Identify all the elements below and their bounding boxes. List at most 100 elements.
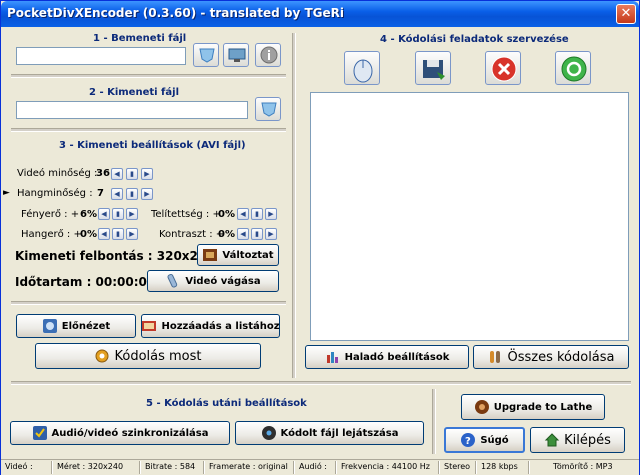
status-size: Méret : 320x240: [57, 462, 124, 471]
status-bitrate: Bitrate : 584: [145, 462, 196, 471]
app-window: PocketDivXEncoder (0.3.60) - translated …: [0, 0, 640, 475]
add-to-list-button[interactable]: Hozzáadás a listához: [141, 314, 280, 338]
encode-all-button[interactable]: Összes kódolása: [473, 345, 629, 369]
info-icon: [260, 46, 278, 64]
browse-output-button[interactable]: [255, 97, 281, 121]
status-bar: Videó : Méret : 320x240 Bitrate : 584 Fr…: [1, 459, 639, 475]
saturation-value: 0%: [218, 209, 235, 220]
brightness-increase[interactable]: ▶: [126, 208, 138, 220]
saturation-decrease[interactable]: ◀: [237, 208, 249, 220]
volume-increase[interactable]: ▶: [126, 228, 138, 240]
output-file-field[interactable]: [16, 101, 248, 119]
contrast-reset[interactable]: ▮: [251, 228, 263, 240]
monitor-icon: [228, 48, 246, 62]
encode-now-button[interactable]: Kódolás most: [35, 343, 261, 369]
exit-button[interactable]: Kilépés: [530, 427, 625, 453]
brightness-decrease[interactable]: ◀: [98, 208, 110, 220]
saturation-reset[interactable]: ▮: [251, 208, 263, 220]
settings-section-title: 3 - Kimeneti beállítások (AVI fájl): [59, 140, 246, 151]
status-video: Videó :: [5, 462, 33, 471]
duration-label: Időtartam : 00:00:00: [15, 275, 156, 289]
video-quality-increase[interactable]: ▶: [141, 168, 153, 180]
audio-quality-label: Hangminőség :: [17, 188, 93, 199]
saturation-increase[interactable]: ▶: [265, 208, 277, 220]
home-icon: [544, 433, 560, 447]
floppy-save-icon: [423, 60, 445, 80]
video-quality-decrease[interactable]: ◀: [111, 168, 123, 180]
preview-label: Előnézet: [61, 320, 111, 332]
status-codec: Tömörítő : MP3: [553, 462, 613, 471]
title-bar[interactable]: PocketDivXEncoder (0.3.60) - translated …: [1, 1, 639, 27]
tools-icon: [490, 351, 501, 363]
cut-video-button[interactable]: Videó vágása: [147, 270, 279, 292]
audio-quality-decrease[interactable]: ◀: [111, 188, 123, 200]
add-list-icon: [142, 321, 157, 331]
pointer-marker-icon: ►: [3, 188, 10, 198]
queue-section-title: 4 - Kódolási feladatok szervezése: [380, 34, 569, 45]
audio-quality-increase[interactable]: ▶: [141, 188, 153, 200]
video-quality-reset[interactable]: ▮: [126, 168, 138, 180]
contrast-decrease[interactable]: ◀: [237, 228, 249, 240]
resolution-label: Kimeneti felbontás : 320x240: [15, 249, 215, 263]
film-icon: [203, 249, 218, 261]
play-encoded-button[interactable]: Kódolt fájl lejátszása: [235, 421, 424, 445]
shield-icon: [261, 102, 277, 117]
volume-decrease[interactable]: ◀: [98, 228, 110, 240]
status-frequency: Frekvencia : 44100 Hz: [341, 462, 430, 471]
separator: [11, 74, 286, 78]
queue-mouse-button[interactable]: [344, 51, 380, 85]
input-file-field[interactable]: [16, 47, 186, 65]
av-sync-button[interactable]: Audió/videó szinkronizálása: [10, 421, 230, 445]
mouse-icon: [353, 59, 373, 83]
contrast-increase[interactable]: ▶: [265, 228, 277, 240]
shield-icon: [199, 48, 215, 63]
contrast-label: Kontraszt : +: [159, 229, 225, 240]
close-button[interactable]: ✕: [616, 4, 636, 24]
change-resolution-button[interactable]: Változtat: [197, 244, 279, 266]
status-audio: Audió :: [299, 462, 327, 471]
status-kbps: 128 kbps: [481, 462, 518, 471]
audio-quality-reset[interactable]: ▮: [126, 188, 138, 200]
volume-reset[interactable]: ▮: [112, 228, 124, 240]
sync-icon: [32, 426, 47, 440]
brightness-value: 6%: [80, 209, 97, 220]
output-section-title: 2 - Kimeneti fájl: [89, 87, 179, 98]
queue-refresh-button[interactable]: [555, 51, 591, 85]
chart-icon: [326, 352, 338, 363]
media-info-button[interactable]: [223, 43, 249, 67]
encode-all-label: Összes kódolása: [507, 349, 615, 365]
input-section-title: 1 - Bemeneti fájl: [93, 33, 187, 44]
audio-quality-value: 7: [97, 188, 104, 199]
queue-delete-button[interactable]: [485, 51, 521, 85]
window-title: PocketDivXEncoder (0.3.60) - translated …: [7, 6, 344, 20]
video-quality-label: Videó minőség :: [17, 168, 98, 179]
av-sync-label: Audió/videó szinkronizálása: [51, 427, 209, 439]
queue-save-button[interactable]: [415, 51, 451, 85]
video-quality-value: 36: [96, 168, 110, 179]
separator: [11, 381, 631, 385]
add-to-list-label: Hozzáadás a listához: [161, 320, 280, 332]
upgrade-label: Upgrade to Lathe: [493, 401, 593, 413]
scissors-icon: [167, 273, 178, 288]
advanced-settings-label: Haladó beállítások: [344, 351, 450, 363]
exit-label: Kilépés: [564, 432, 611, 448]
status-framerate: Framerate : original: [209, 462, 288, 471]
lathe-logo-icon: [474, 400, 489, 414]
status-stereo: Stereo: [444, 462, 471, 471]
vertical-separator: [292, 33, 296, 378]
browse-input-button[interactable]: [193, 43, 219, 67]
file-info-button[interactable]: [255, 43, 281, 67]
encoding-queue-list[interactable]: [310, 92, 629, 341]
help-button[interactable]: ? Súgó: [444, 427, 525, 453]
volume-value: 0%: [80, 229, 97, 240]
saturation-label: Telítettség : +: [151, 209, 221, 220]
change-resolution-label: Változtat: [222, 249, 274, 261]
brightness-reset[interactable]: ▮: [112, 208, 124, 220]
encode-now-label: Kódolás most: [114, 348, 202, 364]
advanced-settings-button[interactable]: Haladó beállítások: [305, 345, 469, 369]
gear-icon: [95, 349, 109, 363]
volume-label: Hangerő : +: [21, 229, 82, 240]
help-icon: ?: [461, 433, 476, 447]
upgrade-button[interactable]: Upgrade to Lathe: [461, 394, 605, 420]
preview-button[interactable]: Előnézet: [16, 314, 136, 338]
